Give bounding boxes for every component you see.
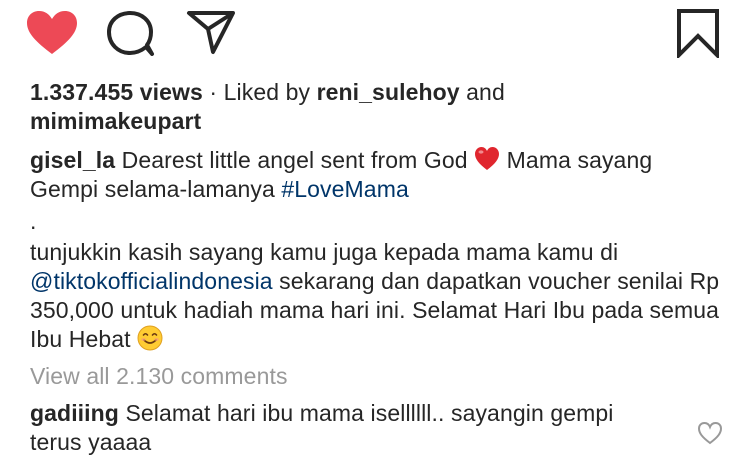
caption-username[interactable]: gisel_la	[30, 147, 115, 173]
heart-filled-icon[interactable]	[26, 10, 78, 56]
liker-username[interactable]: mimimakeupart	[30, 108, 201, 134]
paper-plane-icon[interactable]	[186, 9, 236, 55]
and-label: and	[459, 79, 505, 105]
caption-body: tunjukkin kasih sayang kamu juga kepada …	[30, 238, 720, 354]
likes-summary: 1.337.455 views · Liked by reni_sulehoy …	[30, 78, 720, 107]
comment-username[interactable]: gadiiing	[30, 400, 119, 426]
mention-link[interactable]: @tiktokofficialindonesia	[30, 268, 273, 294]
red-heart-emoji	[474, 146, 500, 172]
hashtag-link[interactable]: #LoveMama	[281, 176, 408, 202]
bookmark-icon[interactable]	[674, 8, 722, 60]
view-all-comments-link[interactable]: View all 2.130 comments	[30, 362, 720, 391]
caption-dot: .	[30, 208, 37, 234]
caption: gisel_la Dearest little angel sent from …	[30, 146, 720, 204]
comment-bubble-icon[interactable]	[106, 10, 156, 56]
liked-by-label: · Liked by	[202, 79, 317, 105]
liker-username[interactable]: reni_sulehoy	[317, 79, 460, 105]
likes-summary-cont: mimimakeupart	[30, 107, 720, 136]
post-details: 1.337.455 views · Liked by reni_sulehoy …	[30, 78, 720, 457]
action-bar	[0, 0, 731, 66]
views-count[interactable]: 1.337.455 views	[30, 79, 203, 105]
caption-text: tunjukkin kasih sayang kamu juga kepada …	[30, 239, 619, 265]
heart-outline-icon[interactable]	[697, 421, 723, 445]
caption-text: Dearest little angel sent from God	[115, 147, 475, 173]
smiling-face-emoji	[137, 325, 163, 351]
comment-item: gadiiing Selamat hari ibu mama isellllll…	[30, 399, 720, 457]
